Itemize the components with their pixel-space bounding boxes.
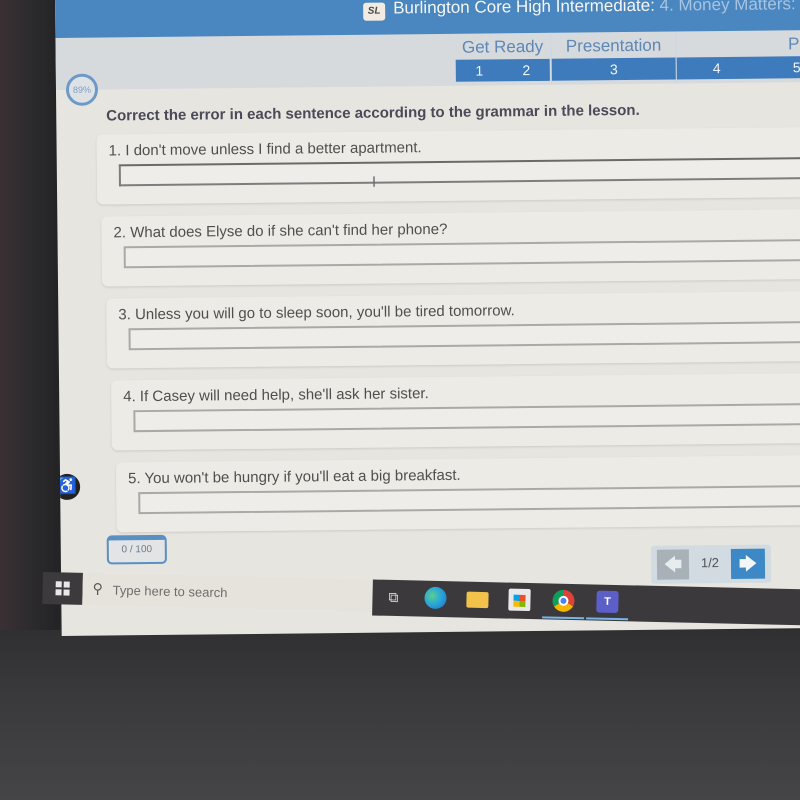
question-card: 2. What does Elyse do if she can't find … [101,209,800,287]
score-display: 0 / 100 [106,534,167,565]
prev-page-button[interactable]: 🡄 [656,549,690,580]
stage-label: Pra [787,34,800,54]
question-card: 4. If Casey will need help, she'll ask h… [111,373,800,451]
task-view-icon[interactable]: ⧉ [382,586,404,608]
start-button[interactable] [42,572,83,605]
teams-active-indicator [586,617,629,621]
question-text: 5. You won't be hungry if you'll eat a b… [128,463,800,487]
stage-steps: 1 2 [455,58,550,82]
arrow-right-icon: 🡆 [738,553,758,574]
sl-logo: SL [363,2,386,21]
stage-label: Get Ready [461,36,544,57]
question-number: 4. [123,388,136,406]
taskbar-search-box[interactable]: ⚲ Type here to search [82,572,373,612]
chrome-active-indicator [542,616,585,620]
question-text: 4. If Casey will need help, she'll ask h… [123,381,800,405]
question-sentence: I don't move unless I find a better apar… [125,139,422,160]
stage-presentation: Presentation 3 [550,31,676,85]
answer-input-3[interactable] [128,320,800,351]
course-title: Burlington Core High Intermediate: 4. Mo… [393,0,800,18]
search-icon: ⚲ [92,580,104,597]
stage-steps: 3 [551,57,676,81]
text-cursor-icon: I [371,173,377,191]
question-sentence: What does Elyse do if she can't find her… [130,220,448,242]
question-text: 3. Unless you will go to sleep soon, you… [118,299,800,323]
edge-icon[interactable] [424,586,447,610]
stage-practice: Pra 4 5 [675,29,800,84]
answer-input-5[interactable] [138,484,800,515]
stage-label: Presentation [565,35,662,56]
arrow-left-icon: 🡄 [663,554,683,575]
file-explorer-icon[interactable] [466,591,489,609]
stage-navigation: Get Ready 1 2 Presentation 3 Pra 4 5 [55,29,800,90]
question-number: 2. [113,224,127,242]
page-navigator: 🡄 1/2 🡆 [650,544,772,584]
question-number: 3. [118,306,131,324]
question-card: 1. I don't move unless I find a better a… [96,127,800,205]
microsoft-store-icon[interactable] [508,588,531,612]
question-number: 1. [108,142,122,160]
step-3[interactable]: 3 [552,58,676,81]
browser-screen: ← SL Burlington Core High Intermediate: … [55,0,800,636]
chrome-icon[interactable] [552,589,575,613]
question-number: 5. [127,470,141,488]
activity-instruction: Correct the error in each sentence accor… [106,101,640,125]
answer-input-4[interactable] [133,402,800,433]
course-title-unit: 4. Money Matters: 4. [654,0,800,15]
search-placeholder: Type here to search [112,582,228,601]
progress-ring: 89% [65,73,99,106]
question-text: 1. I don't move unless I find a better a… [109,135,800,159]
step-4[interactable]: 4 [677,57,757,80]
question-sentence: If Casey will need help, she'll ask her … [139,385,429,406]
windows-logo-icon [55,581,70,596]
question-text: 2. What does Elyse do if she can't find … [113,217,800,241]
question-sentence: Unless you will go to sleep soon, you'll… [134,302,515,324]
page-indicator: 1/2 [700,555,720,571]
question-sentence: You won't be hungry if you'll eat a big … [144,466,461,488]
teams-icon[interactable]: T [596,590,619,614]
question-card: 3. Unless you will go to sleep soon, you… [106,291,800,369]
next-page-button[interactable]: 🡆 [730,548,766,579]
answer-input-2[interactable] [123,238,800,269]
stage-steps: 4 5 [676,55,800,80]
step-2[interactable]: 2 [503,59,550,81]
step-5[interactable]: 5 [757,56,800,79]
stage-get-ready: Get Ready 1 2 [455,33,550,86]
question-card: 5. You won't be hungry if you'll eat a b… [115,455,800,533]
desk-background [0,630,800,800]
activity-content: Correct the error in each sentence accor… [96,96,800,545]
step-1[interactable]: 1 [456,59,503,81]
answer-input-1[interactable] [118,156,800,187]
course-title-main: Burlington Core High Intermediate: [393,0,655,18]
